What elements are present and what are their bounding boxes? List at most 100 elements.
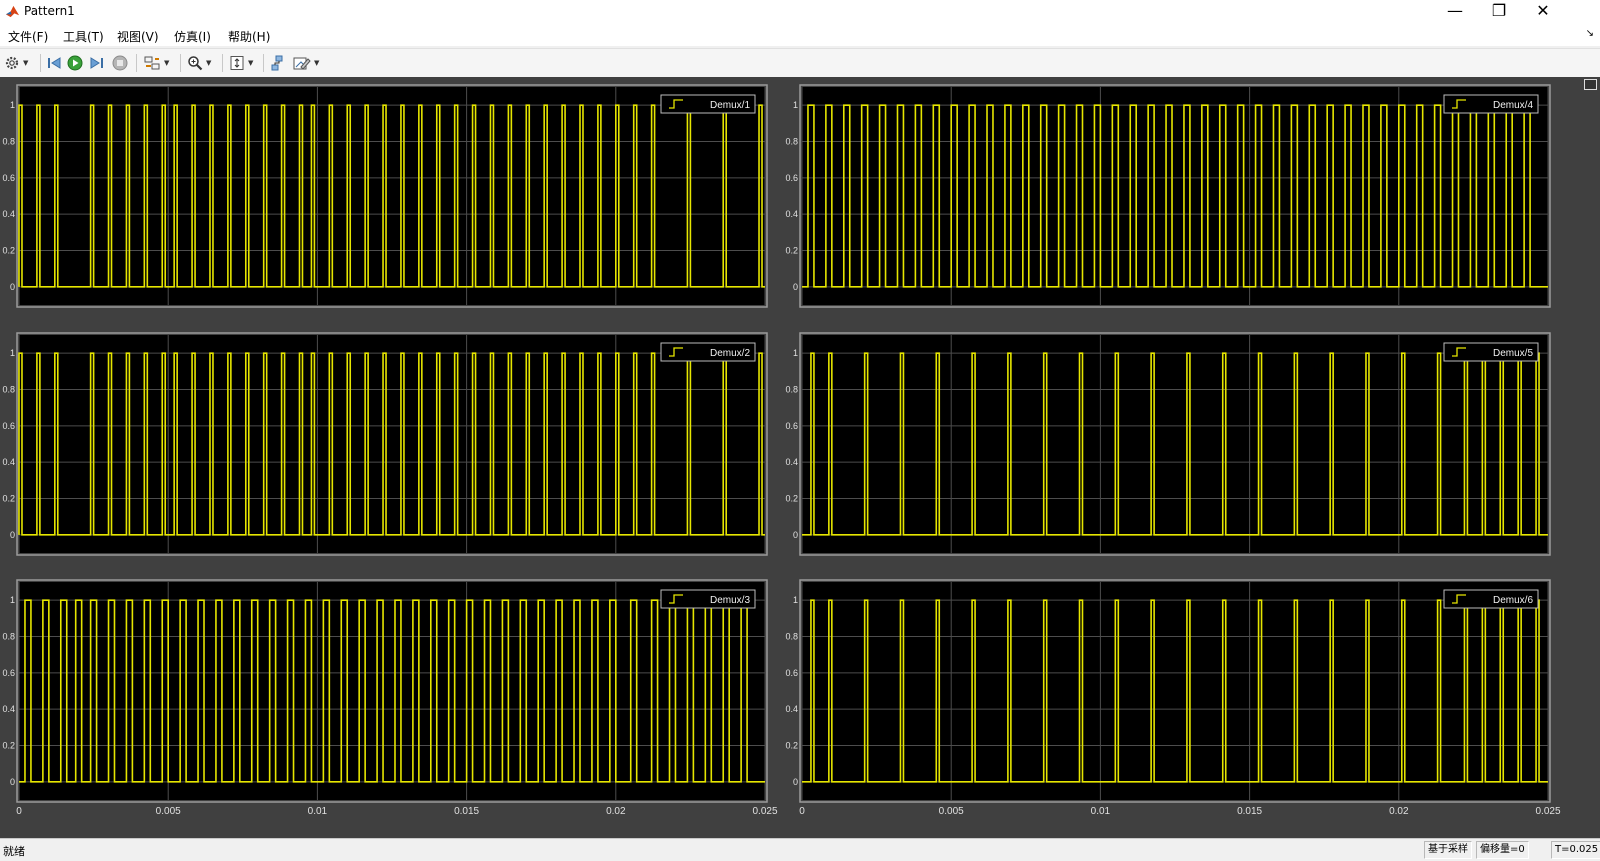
zoom-icon bbox=[188, 56, 203, 71]
x-tick-label: 0.01 bbox=[308, 806, 328, 817]
layout-button[interactable]: ▼ bbox=[143, 53, 169, 73]
y-tick-label: 0.8 bbox=[785, 137, 798, 147]
run-button[interactable] bbox=[67, 53, 83, 73]
legend-label: Demux/2 bbox=[710, 348, 750, 359]
menu-file[interactable]: 文件(F) bbox=[8, 28, 48, 45]
toolbar-separator bbox=[40, 54, 41, 72]
legend: Demux/3 bbox=[660, 589, 756, 609]
y-tick-label: 0.6 bbox=[785, 421, 798, 431]
y-tick-label: 0.6 bbox=[2, 421, 15, 431]
y-tick-label: 0.4 bbox=[2, 209, 15, 219]
scale-axes-button[interactable]: ▼ bbox=[229, 53, 253, 73]
x-tick-label: 0 bbox=[799, 806, 805, 817]
legend-label: Demux/5 bbox=[1493, 348, 1533, 359]
highlight-block-icon bbox=[271, 55, 283, 71]
y-tick-label: 0 bbox=[10, 777, 15, 787]
y-tick-label: 0 bbox=[793, 282, 798, 292]
legend-label: Demux/1 bbox=[710, 100, 750, 111]
x-tick-label: 0.025 bbox=[1535, 806, 1560, 817]
y-tick-label: 0.2 bbox=[2, 741, 15, 751]
legend: Demux/2 bbox=[660, 342, 756, 362]
y-tick-label: 0.4 bbox=[785, 457, 798, 467]
legend: Demux/1 bbox=[660, 94, 756, 114]
y-tick-label: 0.2 bbox=[785, 741, 798, 751]
legend-label: Demux/4 bbox=[1493, 100, 1533, 111]
undock-icon[interactable]: ↘ bbox=[1586, 28, 1594, 39]
y-tick-label: 0 bbox=[793, 777, 798, 787]
y-tick-label: 0 bbox=[10, 282, 15, 292]
scope-display: 0 0.2 0.4 0.6 0.8 1 Demux/1 0 0.2 0.4 0.6 0.8 1 Demux… bbox=[0, 77, 1600, 838]
x-tick-label: 0.015 bbox=[1237, 806, 1262, 817]
chevron-down-icon: ▼ bbox=[23, 59, 29, 67]
stop-icon bbox=[112, 55, 128, 71]
menu-simulation[interactable]: 仿真(I) bbox=[174, 28, 211, 45]
plot-background bbox=[19, 582, 765, 800]
highlight-block-button[interactable] bbox=[270, 53, 286, 73]
menu-view[interactable]: 视图(V) bbox=[117, 28, 159, 45]
gear-icon bbox=[5, 56, 19, 70]
plot-background bbox=[19, 335, 765, 553]
legend: Demux/6 bbox=[1443, 589, 1539, 609]
status-offset: 偏移量=0 bbox=[1476, 841, 1529, 859]
scope-plots: 0 0.2 0.4 0.6 0.8 1 Demux/1 0 0.2 0.4 0.6 0.8 1 Demux… bbox=[2, 84, 1561, 817]
y-tick-label: 0.4 bbox=[2, 704, 15, 714]
legend-label: Demux/3 bbox=[710, 595, 750, 606]
y-tick-label: 0.4 bbox=[2, 457, 15, 467]
maximize-button[interactable]: ❐ bbox=[1476, 0, 1522, 24]
settings-button[interactable]: ▼ bbox=[4, 53, 28, 73]
scale-axes-icon bbox=[230, 56, 244, 70]
y-tick-label: 0.8 bbox=[785, 632, 798, 642]
plot-background bbox=[19, 87, 765, 305]
style-icon bbox=[293, 57, 311, 70]
status-sampling-mode: 基于采样 bbox=[1424, 841, 1472, 859]
y-tick-label: 0.6 bbox=[2, 668, 15, 678]
restore-plot-icon[interactable] bbox=[1584, 79, 1597, 90]
legend-label: Demux/6 bbox=[1493, 595, 1533, 606]
menu-help[interactable]: 帮助(H) bbox=[228, 28, 270, 45]
scope-axes-1: 0 0.2 0.4 0.6 0.8 1 Demux/1 bbox=[2, 84, 768, 308]
scope-axes-5: 0 0.2 0.4 0.6 0.8 1 Demux/5 bbox=[785, 332, 1551, 556]
y-tick-label: 0.8 bbox=[2, 137, 15, 147]
chevron-down-icon: ▼ bbox=[248, 59, 254, 67]
y-tick-label: 0 bbox=[10, 530, 15, 540]
chevron-down-icon: ▼ bbox=[206, 59, 212, 67]
toolbar-separator bbox=[222, 54, 223, 72]
y-tick-label: 1 bbox=[10, 595, 15, 605]
y-tick-label: 0.6 bbox=[2, 173, 15, 183]
step-back-icon bbox=[48, 57, 61, 69]
scope-axes-6: 0 0.2 0.4 0.6 0.8 1 Demux/6 0 0.005 0.01 0.015 0.02… bbox=[785, 579, 1561, 817]
y-tick-label: 1 bbox=[793, 595, 798, 605]
y-tick-label: 0.6 bbox=[785, 173, 798, 183]
y-tick-label: 0.8 bbox=[785, 385, 798, 395]
y-tick-label: 1 bbox=[10, 100, 15, 110]
legend: Demux/4 bbox=[1443, 94, 1539, 114]
y-tick-label: 1 bbox=[793, 100, 798, 110]
x-tick-label: 0.02 bbox=[606, 806, 626, 817]
minimize-button[interactable]: — bbox=[1432, 0, 1478, 24]
style-button[interactable]: ▼ bbox=[293, 53, 319, 73]
step-forward-button[interactable] bbox=[89, 53, 105, 73]
plot-background bbox=[802, 335, 1548, 553]
stop-button[interactable] bbox=[112, 53, 128, 73]
step-forward-icon bbox=[90, 57, 103, 69]
chevron-down-icon: ▼ bbox=[314, 59, 320, 67]
window-title: Pattern1 bbox=[24, 4, 75, 18]
menu-tools[interactable]: 工具(T) bbox=[63, 28, 104, 45]
x-tick-label: 0.005 bbox=[939, 806, 964, 817]
toolbar-separator bbox=[180, 54, 181, 72]
zoom-button[interactable]: ▼ bbox=[187, 53, 211, 73]
scope-axes-3: 0 0.2 0.4 0.6 0.8 1 Demux/3 0 0.005 0.01 0.015 0.02… bbox=[2, 579, 778, 817]
scope-axes-2: 0 0.2 0.4 0.6 0.8 1 Demux/2 bbox=[2, 332, 768, 556]
status-ready-text: 就绪 bbox=[3, 845, 25, 858]
plot-background bbox=[802, 87, 1548, 305]
title-bar: Pattern1 — ❐ ✕ bbox=[0, 0, 1600, 24]
y-tick-label: 0.4 bbox=[785, 209, 798, 219]
close-button[interactable]: ✕ bbox=[1520, 0, 1566, 24]
step-back-button[interactable] bbox=[46, 53, 62, 73]
y-tick-label: 0.4 bbox=[785, 704, 798, 714]
y-tick-label: 0.8 bbox=[2, 632, 15, 642]
y-tick-label: 0 bbox=[793, 530, 798, 540]
scope-axes-4: 0 0.2 0.4 0.6 0.8 1 Demux/4 bbox=[785, 84, 1551, 308]
y-tick-label: 0.2 bbox=[785, 494, 798, 504]
x-tick-label: 0.01 bbox=[1091, 806, 1111, 817]
